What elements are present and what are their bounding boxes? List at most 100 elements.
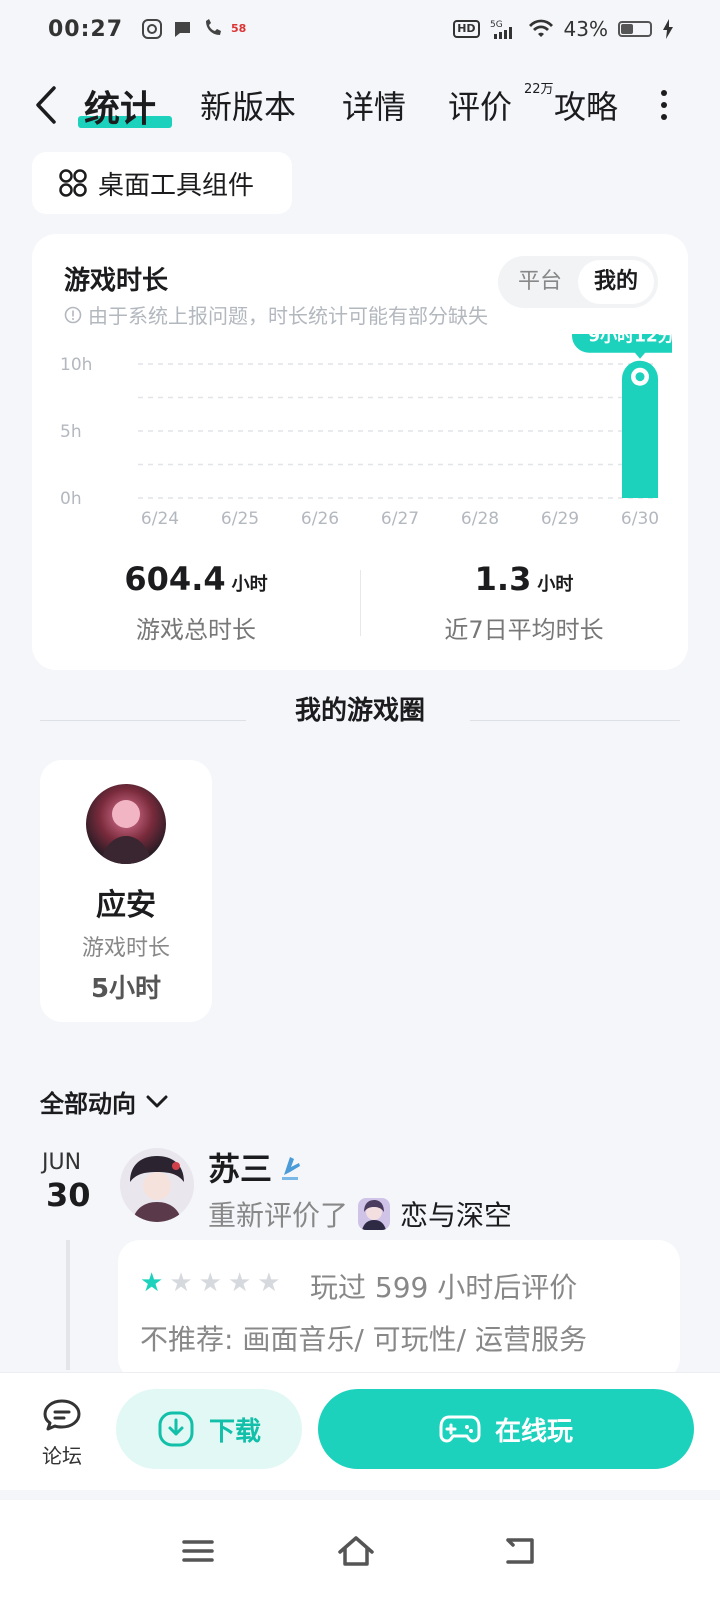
app-notification-icon [142, 19, 163, 39]
download-label: 下载 [208, 1416, 261, 1447]
charging-icon [663, 19, 673, 39]
svg-text:5G: 5G [490, 20, 503, 30]
value-label-pointer [634, 351, 646, 359]
feed-date-month: JUN [42, 1150, 82, 1175]
playtime-toggle: 平台 我的 [498, 256, 658, 308]
y-tick-label: 10h [60, 355, 92, 375]
playtime-card: 游戏时长 由于系统上报问题，时长统计可能有部分缺失 平台 我的 10h 5h 0h 6… [32, 234, 688, 670]
toggle-mine[interactable]: 我的 [578, 260, 654, 304]
toggle-platform[interactable]: 平台 [502, 260, 578, 304]
feed-filter-dropdown[interactable]: 全部动向 [40, 1084, 168, 1119]
x-tick-label: 6/26 [301, 509, 339, 529]
playtime-note: 由于系统上报问题，时长统计可能有部分缺失 [64, 300, 488, 329]
missed-call-icon [206, 19, 222, 35]
user-badge-icon [282, 1157, 301, 1180]
forum-button[interactable]: 论坛 [36, 1397, 88, 1469]
download-button[interactable]: 下载 [116, 1389, 302, 1469]
status-time: 00:27 [48, 16, 124, 42]
forum-label: 论坛 [42, 1444, 82, 1468]
playtime-chart: 10h 5h 0h 6/24 6/25 6/26 6/27 6/28 6/29 6/30 9小时12… [60, 334, 672, 529]
game-circle-title: 我的游戏圈 [294, 696, 425, 726]
friend-playtime-label: 游戏时长 [81, 936, 170, 961]
x-tick-label: 6/28 [461, 509, 499, 529]
playtime-title: 游戏时长 [64, 266, 169, 296]
bottom-action-bar: 论坛 下载 在线玩 [0, 1372, 720, 1490]
play-online-label: 在线玩 [494, 1416, 573, 1447]
star-icon: ★ [198, 1268, 222, 1298]
feed-filter-label: 全部动向 [40, 1090, 136, 1118]
info-icon [64, 306, 82, 323]
friend-avatar [86, 784, 166, 864]
review-count-badge: 22万 [524, 82, 554, 97]
total-playtime: 604.4 小时 游戏总时长 [32, 560, 360, 650]
battery-icon [618, 21, 652, 37]
forum-icon [43, 1399, 81, 1431]
star-icon: ★ [140, 1268, 164, 1298]
feed-action: 重新评价了 恋与深空 [208, 1194, 512, 1234]
playtime-totals: 604.4 小时 游戏总时长 1.3 小时 近7日平均时长 [32, 560, 688, 650]
x-tick-label: 6/30 [621, 509, 659, 529]
value-label: 9小时12分钟 [588, 334, 672, 347]
feed-user-avatar[interactable] [120, 1148, 194, 1222]
desktop-widget-button[interactable]: 桌面工具组件 [32, 152, 292, 214]
x-tick-label: 6/27 [381, 509, 419, 529]
x-tick-label: 6/24 [141, 509, 179, 529]
tab-guides[interactable]: 攻略 [554, 82, 618, 128]
tab-reviews[interactable]: 评价 [448, 82, 512, 128]
app-58-icon: 58 [231, 22, 247, 35]
avg-playtime-unit: 小时 [537, 574, 574, 595]
more-icon[interactable] [660, 88, 668, 122]
review-card[interactable]: ★ ★ ★ ★ ★ 玩过 599 小时后评价 不推荐: 画面音乐/ 可玩性/ 运营服务 [118, 1240, 680, 1380]
feed-action-text: 重新评价了 [208, 1199, 349, 1232]
status-bar: 00:27 58 HD 5G 43% [0, 0, 720, 58]
download-icon [158, 1411, 194, 1447]
thread-line [66, 1240, 70, 1370]
tab-new-version[interactable]: 新版本 [200, 82, 296, 128]
tab-details[interactable]: 详情 [342, 82, 406, 128]
game-icon [358, 1198, 391, 1230]
chart-point-dot [635, 372, 645, 382]
total-playtime-value: 604.4 [124, 560, 226, 598]
gamepad-icon [439, 1415, 481, 1443]
back-icon[interactable] [32, 84, 62, 126]
chevron-down-icon [146, 1095, 168, 1107]
star-icon: ★ [257, 1268, 281, 1298]
chat-notification-icon [174, 22, 191, 37]
avg-playtime: 1.3 小时 近7日平均时长 [360, 560, 688, 650]
rating-stars: ★ ★ ★ ★ ★ [140, 1270, 281, 1296]
friend-playtime-value: 5小时 [90, 974, 162, 1004]
signal-icon: 5G [490, 20, 512, 39]
play-online-button[interactable]: 在线玩 [318, 1389, 694, 1469]
y-tick-label: 5h [60, 422, 82, 442]
feed-username[interactable]: 苏三 [208, 1144, 272, 1190]
divider [470, 720, 680, 721]
star-icon: ★ [169, 1268, 193, 1298]
home-icon[interactable] [336, 1534, 376, 1568]
wifi-icon [528, 19, 553, 37]
chart-bar-base [622, 478, 658, 498]
friend-card[interactable]: 应安 游戏时长 5小时 [40, 760, 212, 1022]
feed-user: 苏三 [208, 1144, 304, 1190]
review-meta: 玩过 599 小时后评价 [310, 1271, 578, 1304]
review-tags: 不推荐: 画面音乐/ 可玩性/ 运营服务 [140, 1323, 588, 1356]
avg-playtime-value: 1.3 [474, 560, 532, 598]
menu-icon[interactable] [178, 1534, 218, 1568]
tab-stats[interactable]: 统计 [84, 80, 156, 132]
y-tick-label: 0h [60, 489, 82, 509]
feed-date-day: 30 [46, 1176, 91, 1214]
battery-percent: 43% [563, 17, 608, 41]
divider [360, 570, 361, 636]
widget-grid-icon [59, 169, 87, 197]
star-icon: ★ [227, 1268, 252, 1298]
x-tick-label: 6/29 [541, 509, 579, 529]
total-playtime-unit: 小时 [231, 574, 268, 595]
back-nav-icon[interactable] [500, 1534, 540, 1568]
feed-game-name[interactable]: 恋与深空 [400, 1194, 512, 1234]
avg-playtime-label: 近7日平均时长 [444, 616, 604, 644]
system-nav-bar [0, 1500, 720, 1600]
desktop-widget-label: 桌面工具组件 [98, 170, 255, 201]
hd-icon: HD [453, 20, 480, 38]
x-tick-label: 6/25 [221, 509, 259, 529]
total-playtime-label: 游戏总时长 [136, 616, 256, 644]
top-nav: 统计 新版本 详情 评价 22万 攻略 [0, 78, 720, 134]
